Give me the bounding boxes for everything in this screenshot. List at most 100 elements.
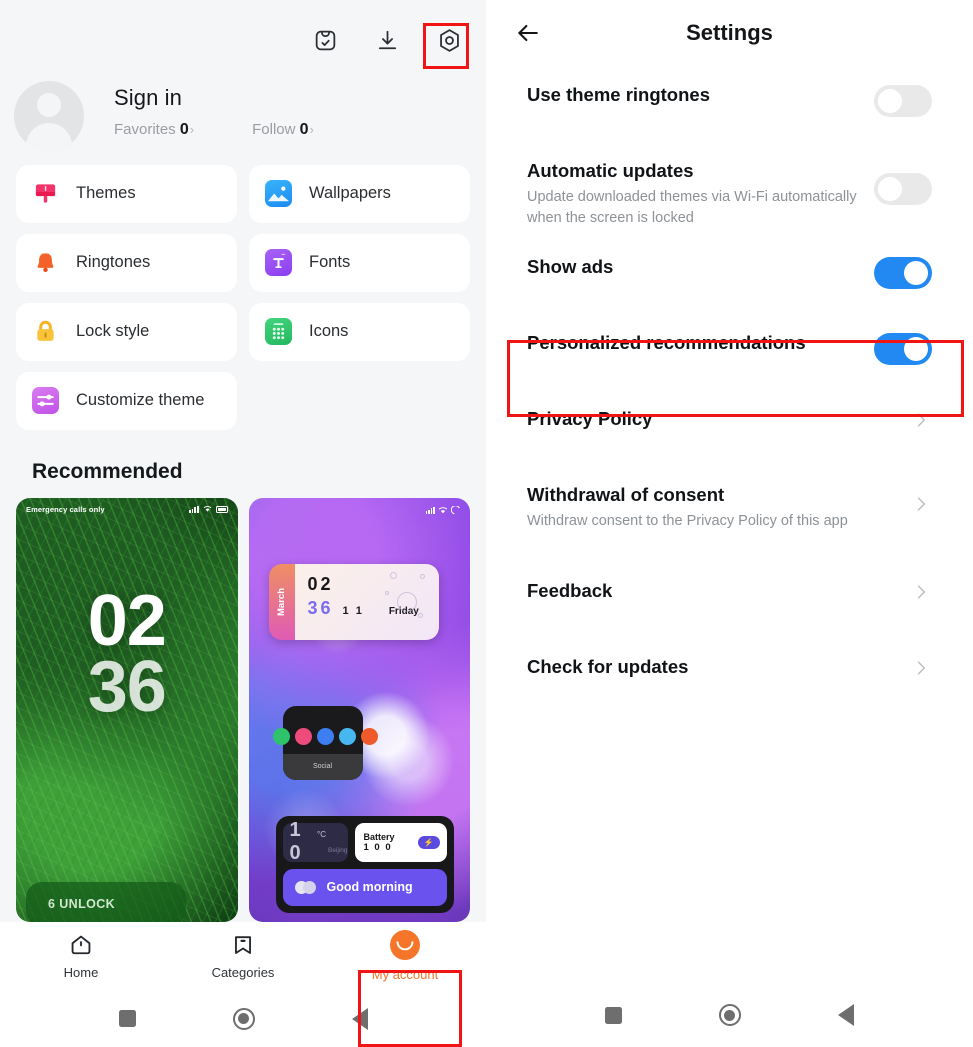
emergency-calls-text: Emergency calls only — [26, 504, 105, 514]
toggle-knob — [878, 177, 902, 201]
tab-home[interactable]: Home — [0, 922, 162, 991]
tile-themes[interactable]: Themes — [16, 164, 237, 223]
tile-ringtones[interactable]: Ringtones — [16, 233, 237, 292]
stat-favorites[interactable]: Favorites 0› — [114, 121, 194, 139]
app-dot-icon — [338, 727, 356, 745]
mi-box-check-icon[interactable] — [305, 20, 345, 60]
account-face-icon — [390, 930, 420, 961]
back-triangle-icon[interactable] — [351, 1007, 368, 1030]
toggle-personalized-recommendations[interactable] — [874, 333, 932, 365]
sign-in-label[interactable]: Sign in — [114, 85, 314, 111]
chevron-right-icon — [910, 657, 932, 679]
temperature-city: Beijing — [327, 846, 348, 854]
setting-feedback[interactable]: Feedback — [527, 562, 932, 638]
bubble-decor-icon — [419, 573, 425, 579]
setting-text: Automatic updates Update downloaded them… — [527, 159, 860, 228]
toggle-knob — [904, 261, 928, 285]
chevron-right-icon — [910, 409, 932, 431]
theme-card-green-grass[interactable]: Emergency calls only 02 36 6 UNLOCK — [16, 497, 238, 922]
setting-control — [874, 159, 932, 205]
wallpapers-icon — [265, 180, 292, 208]
setting-label: Privacy Policy — [527, 408, 653, 429]
toggle-show-ads[interactable] — [874, 257, 932, 289]
ringtones-bell-icon — [32, 249, 59, 276]
download-icon[interactable] — [367, 20, 407, 60]
setting-personalized-recommendations[interactable]: Personalized recommendations — [527, 314, 932, 390]
back-triangle-icon[interactable] — [838, 1004, 855, 1026]
setting-label: Show ads — [527, 256, 614, 277]
battery-text: Battery 1 0 0 — [364, 832, 395, 853]
app-dot-icon — [294, 727, 312, 745]
social-app-dots — [272, 727, 378, 745]
battery-icon — [215, 506, 228, 513]
bubble-decor-icon — [396, 591, 417, 612]
setting-label: Withdrawal of consent — [527, 484, 725, 505]
setting-use-theme-ringtones[interactable]: Use theme ringtones — [527, 66, 932, 142]
thumb-b-temperature-widget: 1 0 °C Beijing — [282, 819, 348, 864]
setting-label: Automatic updates — [527, 160, 694, 181]
recents-square-icon[interactable] — [118, 1010, 136, 1028]
tile-wallpapers[interactable]: Wallpapers — [249, 164, 470, 223]
tile-customize-theme[interactable]: Customize theme — [16, 371, 237, 430]
setting-control — [910, 579, 932, 603]
tile-icons[interactable]: Icons — [249, 302, 470, 361]
thumb-b-social-widget: Social — [272, 705, 378, 780]
toggle-knob — [904, 337, 928, 361]
wifi-icon — [203, 506, 211, 513]
thumb-a-system-icons — [189, 505, 228, 513]
thumb-a-status-bar: Emergency calls only — [16, 505, 238, 514]
app-dot-icon — [360, 727, 378, 745]
temperature-unit: °C — [317, 829, 326, 839]
profile-row[interactable]: Sign in Favorites 0› Follow 0› — [0, 80, 486, 151]
app-dot-icon — [272, 727, 290, 745]
setting-withdrawal-of-consent[interactable]: Withdrawal of consent Withdraw consent t… — [527, 466, 932, 562]
bubble-decor-icon — [384, 590, 389, 595]
home-circle-icon[interactable] — [718, 1004, 741, 1026]
recents-square-icon[interactable] — [604, 1006, 622, 1024]
tile-lock-style-label: Lock style — [76, 322, 150, 341]
highlight-box-gear — [423, 23, 469, 69]
tile-fonts[interactable]: Fonts — [249, 233, 470, 292]
bottom-tab-bar: Home Categories My account — [0, 921, 486, 1047]
setting-show-ads[interactable]: Show ads — [527, 238, 932, 314]
setting-control — [910, 655, 932, 679]
stat-favorites-label: Favorites — [114, 120, 176, 138]
setting-automatic-updates[interactable]: Automatic updates Update downloaded them… — [527, 142, 932, 238]
android-nav-bar-left — [0, 990, 486, 1047]
setting-control — [910, 483, 932, 515]
setting-control — [874, 255, 932, 289]
settings-list: Use theme ringtones Automatic updates Up… — [486, 66, 973, 983]
chevron-right-icon — [910, 581, 932, 603]
profile-stats: Favorites 0› Follow 0› — [114, 121, 314, 139]
setting-check-for-updates[interactable]: Check for updates — [527, 638, 932, 714]
signal-icon — [189, 505, 199, 513]
tab-categories[interactable]: Categories — [162, 922, 324, 991]
stat-follow[interactable]: Follow 0› — [252, 121, 314, 139]
icons-grid-icon — [265, 318, 292, 346]
lock-style-icon — [32, 318, 59, 345]
thumb-b-widget-row: 1 0 °C Beijing Battery 1 0 0 ⚡ — [282, 819, 447, 864]
greeting-dots-icon — [294, 880, 316, 894]
thumb-a-unlock-pill: 6 UNLOCK — [26, 881, 186, 922]
bookmark-icon — [235, 936, 251, 955]
stat-follow-label: Follow — [252, 120, 296, 138]
tab-my-account[interactable]: My account — [324, 922, 486, 991]
avatar[interactable] — [14, 80, 84, 151]
toggle-automatic-updates[interactable] — [874, 173, 932, 205]
back-arrow-icon[interactable] — [510, 15, 546, 51]
thumb-b-minutes: 36 — [307, 597, 334, 618]
thumb-a-hours: 02 — [87, 580, 167, 661]
toggle-use-theme-ringtones[interactable] — [874, 85, 932, 117]
page-title: Settings — [686, 20, 773, 45]
chevron-right-icon: › — [309, 121, 314, 137]
setting-label: Use theme ringtones — [527, 84, 710, 105]
setting-text: Feedback — [527, 579, 896, 602]
customize-theme-sliders-icon — [32, 387, 59, 415]
theme-card-purple-splash[interactable]: March 02 36 1 1 Friday Social 1 0 °C Bei… — [248, 497, 470, 922]
setting-text: Show ads — [527, 255, 860, 278]
charging-bolt-icon: ⚡ — [417, 835, 440, 849]
greeting-text: Good morning — [326, 880, 413, 895]
tile-lock-style[interactable]: Lock style — [16, 302, 237, 361]
setting-privacy-policy[interactable]: Privacy Policy — [527, 390, 932, 466]
home-circle-icon[interactable] — [232, 1007, 255, 1030]
